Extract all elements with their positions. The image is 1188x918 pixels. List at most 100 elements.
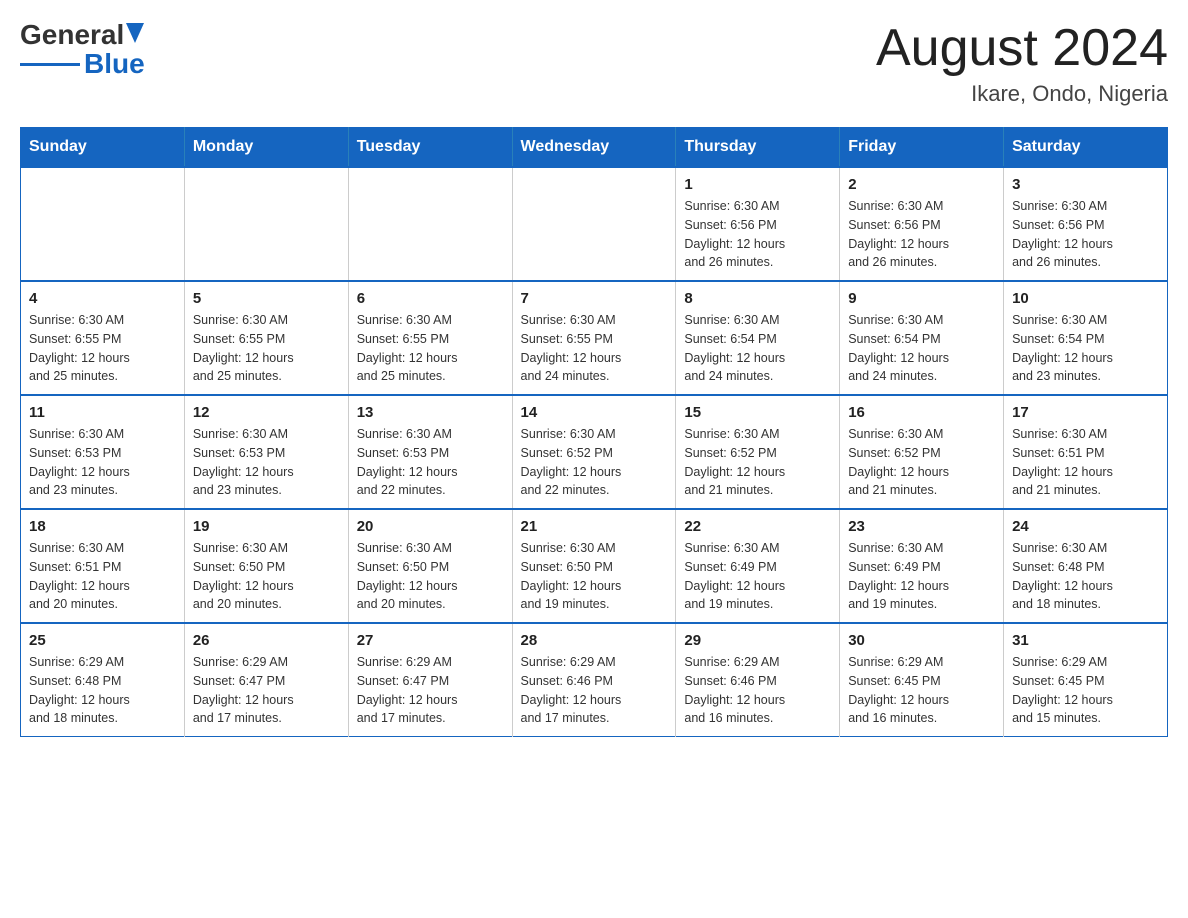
calendar-cell: 21 Sunrise: 6:30 AM Sunset: 6:50 PM Dayli…: [512, 509, 676, 623]
day-number: 8: [684, 290, 831, 307]
calendar-cell: [184, 167, 348, 281]
calendar-cell: 5Sunrise: 6:30 AM Sunset: 6:55 PM Daylig…: [184, 281, 348, 395]
calendar-cell: [21, 167, 185, 281]
day-info: Sunrise: 6:30 AM Sunset: 6:50 PM Dayligh…: [193, 539, 340, 614]
calendar-cell: 11Sunrise: 6:30 AM Sunset: 6:53 PM Dayli…: [21, 395, 185, 509]
day-info: Sunrise: 6:29 AM Sunset: 6:45 PM Dayligh…: [848, 653, 995, 728]
logo: General Blue: [20, 20, 145, 80]
day-info: Sunrise: 6:30 AM Sunset: 6:52 PM Dayligh…: [848, 425, 995, 500]
day-info: Sunrise: 6:30 AM Sunset: 6:56 PM Dayligh…: [1012, 197, 1159, 272]
calendar-cell: 29 Sunrise: 6:29 AM Sunset: 6:46 PM Dayli…: [676, 623, 840, 737]
header-monday: Monday: [184, 128, 348, 168]
page-subtitle: Ikare, Ondo, Nigeria: [876, 81, 1168, 107]
calendar-cell: 10 Sunrise: 6:30 AM Sunset: 6:54 PM Dayli…: [1004, 281, 1168, 395]
day-info: Sunrise: 6:30 AM Sunset: 6:53 PM Dayligh…: [29, 425, 176, 500]
page-title: August 2024: [876, 20, 1168, 77]
day-number: 17: [1012, 404, 1159, 421]
calendar-cell: 18Sunrise: 6:30 AM Sunset: 6:51 PM Dayli…: [21, 509, 185, 623]
day-number: 6: [357, 290, 504, 307]
calendar-cell: 15Sunrise: 6:30 AM Sunset: 6:52 PM Dayli…: [676, 395, 840, 509]
calendar-cell: 19 Sunrise: 6:30 AM Sunset: 6:50 PM Dayli…: [184, 509, 348, 623]
title-area: August 2024 Ikare, Ondo, Nigeria: [876, 20, 1168, 107]
day-number: 13: [357, 404, 504, 421]
day-number: 9: [848, 290, 995, 307]
day-number: 30: [848, 632, 995, 649]
calendar-cell: 27Sunrise: 6:29 AM Sunset: 6:47 PM Dayli…: [348, 623, 512, 737]
calendar-cell: 20 Sunrise: 6:30 AM Sunset: 6:50 PM Dayli…: [348, 509, 512, 623]
day-info: Sunrise: 6:30 AM Sunset: 6:54 PM Dayligh…: [1012, 311, 1159, 386]
day-info: Sunrise: 6:30 AM Sunset: 6:51 PM Dayligh…: [1012, 425, 1159, 500]
day-number: 14: [521, 404, 668, 421]
day-number: 3: [1012, 176, 1159, 193]
day-number: 31: [1012, 632, 1159, 649]
day-number: 22: [684, 518, 831, 535]
calendar-cell: 6Sunrise: 6:30 AM Sunset: 6:55 PM Daylig…: [348, 281, 512, 395]
calendar-cell: 23Sunrise: 6:30 AM Sunset: 6:49 PM Dayli…: [840, 509, 1004, 623]
calendar-table: Sunday Monday Tuesday Wednesday Thursday…: [20, 127, 1168, 737]
header-tuesday: Tuesday: [348, 128, 512, 168]
day-info: Sunrise: 6:30 AM Sunset: 6:49 PM Dayligh…: [684, 539, 831, 614]
day-info: Sunrise: 6:29 AM Sunset: 6:45 PM Dayligh…: [1012, 653, 1159, 728]
calendar-cell: 1Sunrise: 6:30 AM Sunset: 6:56 PM Daylig…: [676, 167, 840, 281]
day-info: Sunrise: 6:30 AM Sunset: 6:52 PM Dayligh…: [521, 425, 668, 500]
calendar-cell: 22 Sunrise: 6:30 AM Sunset: 6:49 PM Dayli…: [676, 509, 840, 623]
day-number: 20: [357, 518, 504, 535]
day-number: 29: [684, 632, 831, 649]
page-header: General Blue August 2024 Ikare, Ondo, Ni…: [20, 20, 1168, 107]
day-info: Sunrise: 6:30 AM Sunset: 6:55 PM Dayligh…: [521, 311, 668, 386]
calendar-week-row: 25 Sunrise: 6:29 AM Sunset: 6:48 PM Dayli…: [21, 623, 1168, 737]
day-info: Sunrise: 6:30 AM Sunset: 6:55 PM Dayligh…: [29, 311, 176, 386]
calendar-cell: 2 Sunrise: 6:30 AM Sunset: 6:56 PM Daylig…: [840, 167, 1004, 281]
calendar-week-row: 4 Sunrise: 6:30 AM Sunset: 6:55 PM Daylig…: [21, 281, 1168, 395]
header-thursday: Thursday: [676, 128, 840, 168]
day-info: Sunrise: 6:29 AM Sunset: 6:46 PM Dayligh…: [521, 653, 668, 728]
day-number: 25: [29, 632, 176, 649]
day-info: Sunrise: 6:29 AM Sunset: 6:47 PM Dayligh…: [357, 653, 504, 728]
calendar-cell: 30 Sunrise: 6:29 AM Sunset: 6:45 PM Dayli…: [840, 623, 1004, 737]
calendar-cell: [512, 167, 676, 281]
day-number: 19: [193, 518, 340, 535]
day-number: 15: [684, 404, 831, 421]
day-info: Sunrise: 6:30 AM Sunset: 6:50 PM Dayligh…: [521, 539, 668, 614]
day-number: 16: [848, 404, 995, 421]
calendar-week-row: 18Sunrise: 6:30 AM Sunset: 6:51 PM Dayli…: [21, 509, 1168, 623]
day-number: 23: [848, 518, 995, 535]
day-info: Sunrise: 6:30 AM Sunset: 6:54 PM Dayligh…: [848, 311, 995, 386]
day-number: 24: [1012, 518, 1159, 535]
day-number: 28: [521, 632, 668, 649]
day-number: 4: [29, 290, 176, 307]
day-info: Sunrise: 6:30 AM Sunset: 6:48 PM Dayligh…: [1012, 539, 1159, 614]
logo-arrow-icon: [126, 23, 144, 43]
calendar-cell: [348, 167, 512, 281]
calendar-week-row: 1Sunrise: 6:30 AM Sunset: 6:56 PM Daylig…: [21, 167, 1168, 281]
header-wednesday: Wednesday: [512, 128, 676, 168]
calendar-cell: 16 Sunrise: 6:30 AM Sunset: 6:52 PM Dayli…: [840, 395, 1004, 509]
calendar-cell: 24 Sunrise: 6:30 AM Sunset: 6:48 PM Dayli…: [1004, 509, 1168, 623]
calendar-cell: 7 Sunrise: 6:30 AM Sunset: 6:55 PM Daylig…: [512, 281, 676, 395]
day-number: 21: [521, 518, 668, 535]
calendar-cell: 17 Sunrise: 6:30 AM Sunset: 6:51 PM Dayli…: [1004, 395, 1168, 509]
calendar-cell: 12Sunrise: 6:30 AM Sunset: 6:53 PM Dayli…: [184, 395, 348, 509]
day-number: 26: [193, 632, 340, 649]
day-info: Sunrise: 6:29 AM Sunset: 6:48 PM Dayligh…: [29, 653, 176, 728]
calendar-cell: 25 Sunrise: 6:29 AM Sunset: 6:48 PM Dayli…: [21, 623, 185, 737]
day-number: 10: [1012, 290, 1159, 307]
day-info: Sunrise: 6:30 AM Sunset: 6:53 PM Dayligh…: [357, 425, 504, 500]
day-info: Sunrise: 6:30 AM Sunset: 6:55 PM Dayligh…: [193, 311, 340, 386]
day-number: 7: [521, 290, 668, 307]
calendar-cell: 28 Sunrise: 6:29 AM Sunset: 6:46 PM Dayli…: [512, 623, 676, 737]
day-info: Sunrise: 6:30 AM Sunset: 6:56 PM Dayligh…: [848, 197, 995, 272]
day-info: Sunrise: 6:30 AM Sunset: 6:50 PM Dayligh…: [357, 539, 504, 614]
day-info: Sunrise: 6:29 AM Sunset: 6:46 PM Dayligh…: [684, 653, 831, 728]
logo-blue: Blue: [84, 49, 145, 80]
calendar-cell: 13 Sunrise: 6:30 AM Sunset: 6:53 PM Dayli…: [348, 395, 512, 509]
calendar-cell: 14 Sunrise: 6:30 AM Sunset: 6:52 PM Dayli…: [512, 395, 676, 509]
calendar-header: Sunday Monday Tuesday Wednesday Thursday…: [21, 128, 1168, 168]
day-info: Sunrise: 6:30 AM Sunset: 6:51 PM Dayligh…: [29, 539, 176, 614]
header-sunday: Sunday: [21, 128, 185, 168]
calendar-cell: 26Sunrise: 6:29 AM Sunset: 6:47 PM Dayli…: [184, 623, 348, 737]
logo-general: General: [20, 20, 124, 51]
day-number: 2: [848, 176, 995, 193]
calendar-cell: 3 Sunrise: 6:30 AM Sunset: 6:56 PM Daylig…: [1004, 167, 1168, 281]
calendar-cell: 8Sunrise: 6:30 AM Sunset: 6:54 PM Daylig…: [676, 281, 840, 395]
